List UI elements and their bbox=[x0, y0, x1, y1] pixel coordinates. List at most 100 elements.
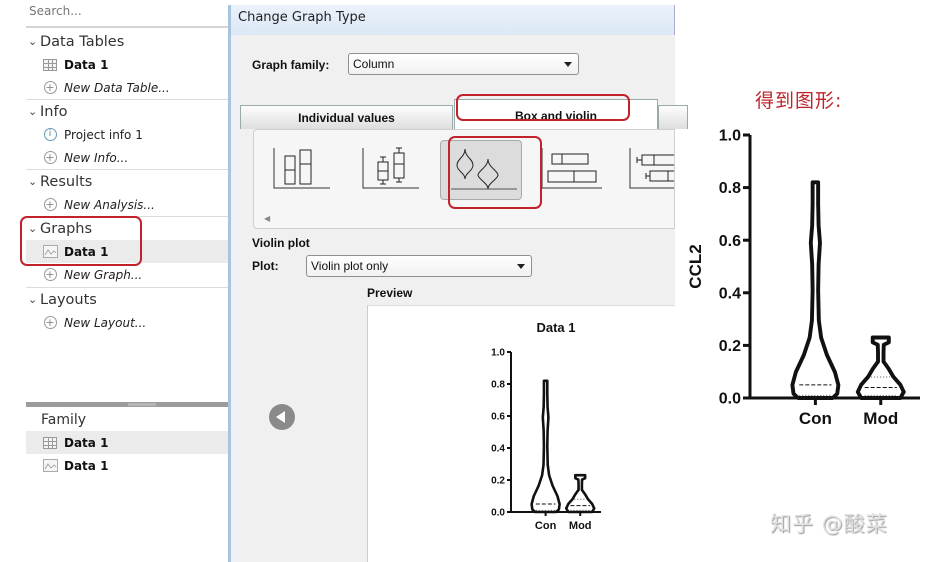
section-info: ⌄ Info i Project info 1 + New Info... bbox=[26, 100, 230, 169]
data-table-icon bbox=[42, 436, 58, 450]
section-header-info[interactable]: ⌄ Info bbox=[26, 100, 230, 123]
family-item-graph-data[interactable]: Data 1 bbox=[26, 454, 230, 477]
sidebar-item-new-info[interactable]: + New Info... bbox=[26, 146, 230, 169]
chevron-down-icon[interactable]: ⌄ bbox=[26, 105, 40, 118]
gallery-item-horizontal-bars[interactable] bbox=[540, 142, 604, 194]
y-axis-label: CCL2 bbox=[686, 244, 705, 288]
section-data-tables: ⌄ Data Tables Data 1 + New Data Table... bbox=[26, 30, 230, 99]
y-tick-label: 0.0 bbox=[491, 508, 505, 519]
violin-plot-section-label: Violin plot bbox=[252, 236, 310, 250]
plus-circle-icon: + bbox=[43, 81, 57, 94]
item-label: New Layout... bbox=[64, 315, 147, 330]
y-tick-label: 0.4 bbox=[719, 285, 741, 302]
plus-circle-icon: + bbox=[43, 268, 57, 281]
plot-value: Violin plot only bbox=[311, 259, 389, 273]
y-tick-label: 0.6 bbox=[719, 233, 741, 250]
gallery-item-floating-bars[interactable] bbox=[268, 142, 332, 194]
data-table-icon bbox=[42, 58, 58, 72]
family-header: Family bbox=[41, 412, 87, 428]
sidebar-item-new-graph[interactable]: + New Graph... bbox=[26, 263, 230, 286]
dropdown-arrow-icon bbox=[564, 62, 572, 67]
violin-con bbox=[790, 180, 841, 400]
item-label: Data 1 bbox=[64, 458, 109, 473]
sidebar-item-new-data-table[interactable]: + New Data Table... bbox=[26, 76, 230, 99]
family-item-data-table[interactable]: Data 1 bbox=[26, 431, 230, 454]
change-graph-type-dialog: Change Graph Type Graph family: Column I… bbox=[228, 5, 688, 562]
plus-circle-icon: + bbox=[43, 151, 57, 164]
box-whisker-icon bbox=[362, 147, 419, 189]
y-tick-label: 0.8 bbox=[491, 380, 505, 391]
violin-mod bbox=[564, 473, 596, 514]
sidebar-item-project-info[interactable]: i Project info 1 bbox=[26, 123, 230, 146]
chevron-down-icon[interactable]: ⌄ bbox=[26, 35, 40, 48]
y-tick-label: 0.4 bbox=[491, 444, 505, 455]
result-violin-chart: 0.0 0.2 0.4 0.6 0.8 1.0 CCL2 Con Mod bbox=[686, 128, 920, 428]
annotation-text: 得到图形: bbox=[755, 90, 843, 112]
section-header-results[interactable]: ⌄ Results bbox=[26, 170, 230, 193]
y-tick-label: 0.0 bbox=[719, 391, 741, 408]
graph-family-label: Graph family: bbox=[252, 58, 330, 72]
sidebar-item-new-analysis[interactable]: + New Analysis... bbox=[26, 193, 230, 216]
plot-label: Plot: bbox=[252, 259, 279, 273]
section-header-layouts[interactable]: ⌄ Layouts bbox=[26, 288, 230, 311]
x-tick-label: Con bbox=[535, 520, 557, 532]
watermark: 知乎 @酸菜 bbox=[770, 512, 888, 536]
dialog-title: Change Graph Type bbox=[231, 5, 675, 35]
scroll-left-icon[interactable]: ◀ bbox=[264, 214, 270, 223]
highlight-box-violin-tab bbox=[456, 94, 630, 121]
navigator-sidebar: Search... ⌄ Data Tables Data 1 + New Dat… bbox=[0, 0, 230, 562]
gallery-item-horizontal-box-whisker[interactable] bbox=[628, 142, 674, 194]
horizontal-box-whisker-icon bbox=[629, 148, 674, 189]
dropdown-arrow-icon bbox=[517, 264, 525, 269]
section-label: Data Tables bbox=[40, 33, 125, 50]
family-item-table: Data 1 bbox=[26, 431, 230, 454]
y-tick-label: 0.6 bbox=[491, 412, 505, 423]
sidebar-item-new-layout[interactable]: + New Layout... bbox=[26, 311, 230, 334]
previous-arrow-icon[interactable] bbox=[269, 404, 295, 430]
x-tick-label: Mod bbox=[569, 520, 592, 532]
preview-pane: Data 1 0.0 0.2 0.4 0.6 0.8 1.0 Con Mod bbox=[367, 305, 675, 562]
item-label: Project info 1 bbox=[64, 127, 143, 142]
preview-label: Preview bbox=[367, 286, 413, 300]
chart-title: Data 1 bbox=[536, 320, 575, 335]
gallery-item-box-whisker[interactable] bbox=[357, 142, 421, 194]
section-label: Results bbox=[40, 173, 93, 190]
plot-select[interactable]: Violin plot only bbox=[306, 255, 532, 277]
graph-family-select[interactable]: Column bbox=[348, 53, 579, 75]
section-header-data-tables[interactable]: ⌄ Data Tables bbox=[26, 30, 230, 53]
horizontal-bars-icon bbox=[541, 148, 602, 189]
chevron-down-icon[interactable]: ⌄ bbox=[26, 293, 40, 306]
chevron-down-icon[interactable]: ⌄ bbox=[26, 175, 40, 188]
item-label: New Data Table... bbox=[64, 80, 170, 95]
plus-circle-icon: + bbox=[43, 198, 57, 211]
section-results: ⌄ Results + New Analysis... bbox=[26, 170, 230, 216]
y-tick-label: 0.2 bbox=[491, 476, 505, 487]
highlight-graphs bbox=[20, 216, 142, 266]
y-tick-label: 1.0 bbox=[719, 128, 741, 145]
item-label: New Analysis... bbox=[64, 197, 155, 212]
x-tick-label: Con bbox=[799, 409, 832, 428]
sidebar-item-data-table[interactable]: Data 1 bbox=[26, 53, 230, 76]
pane-splitter[interactable] bbox=[26, 402, 230, 407]
plus-circle-icon: + bbox=[43, 316, 57, 329]
section-layouts: ⌄ Layouts + New Layout... bbox=[26, 288, 230, 334]
section-label: Layouts bbox=[40, 291, 97, 308]
y-tick-label: 1.0 bbox=[491, 348, 505, 359]
x-tick-label: Mod bbox=[863, 409, 898, 428]
graph-family-value: Column bbox=[353, 57, 395, 71]
splitter-grip[interactable] bbox=[128, 403, 156, 406]
section-label: Info bbox=[40, 103, 68, 120]
dialog-body: Graph family: Column Individual values B… bbox=[238, 35, 688, 562]
floating-bars-icon bbox=[273, 148, 330, 189]
violin-con bbox=[530, 379, 561, 514]
item-label: New Info... bbox=[64, 150, 129, 165]
item-label: Data 1 bbox=[64, 435, 109, 450]
family-item-graph: Data 1 bbox=[26, 454, 230, 477]
item-label: New Graph... bbox=[64, 267, 143, 282]
violin-mod bbox=[855, 335, 906, 400]
tab-individual-values[interactable]: Individual values bbox=[240, 105, 453, 129]
graph-icon bbox=[42, 459, 58, 473]
search-input[interactable]: Search... bbox=[26, 0, 230, 28]
preview-violin-chart: Data 1 0.0 0.2 0.4 0.6 0.8 1.0 Con Mod bbox=[491, 320, 601, 532]
y-tick-label: 0.2 bbox=[719, 338, 741, 355]
